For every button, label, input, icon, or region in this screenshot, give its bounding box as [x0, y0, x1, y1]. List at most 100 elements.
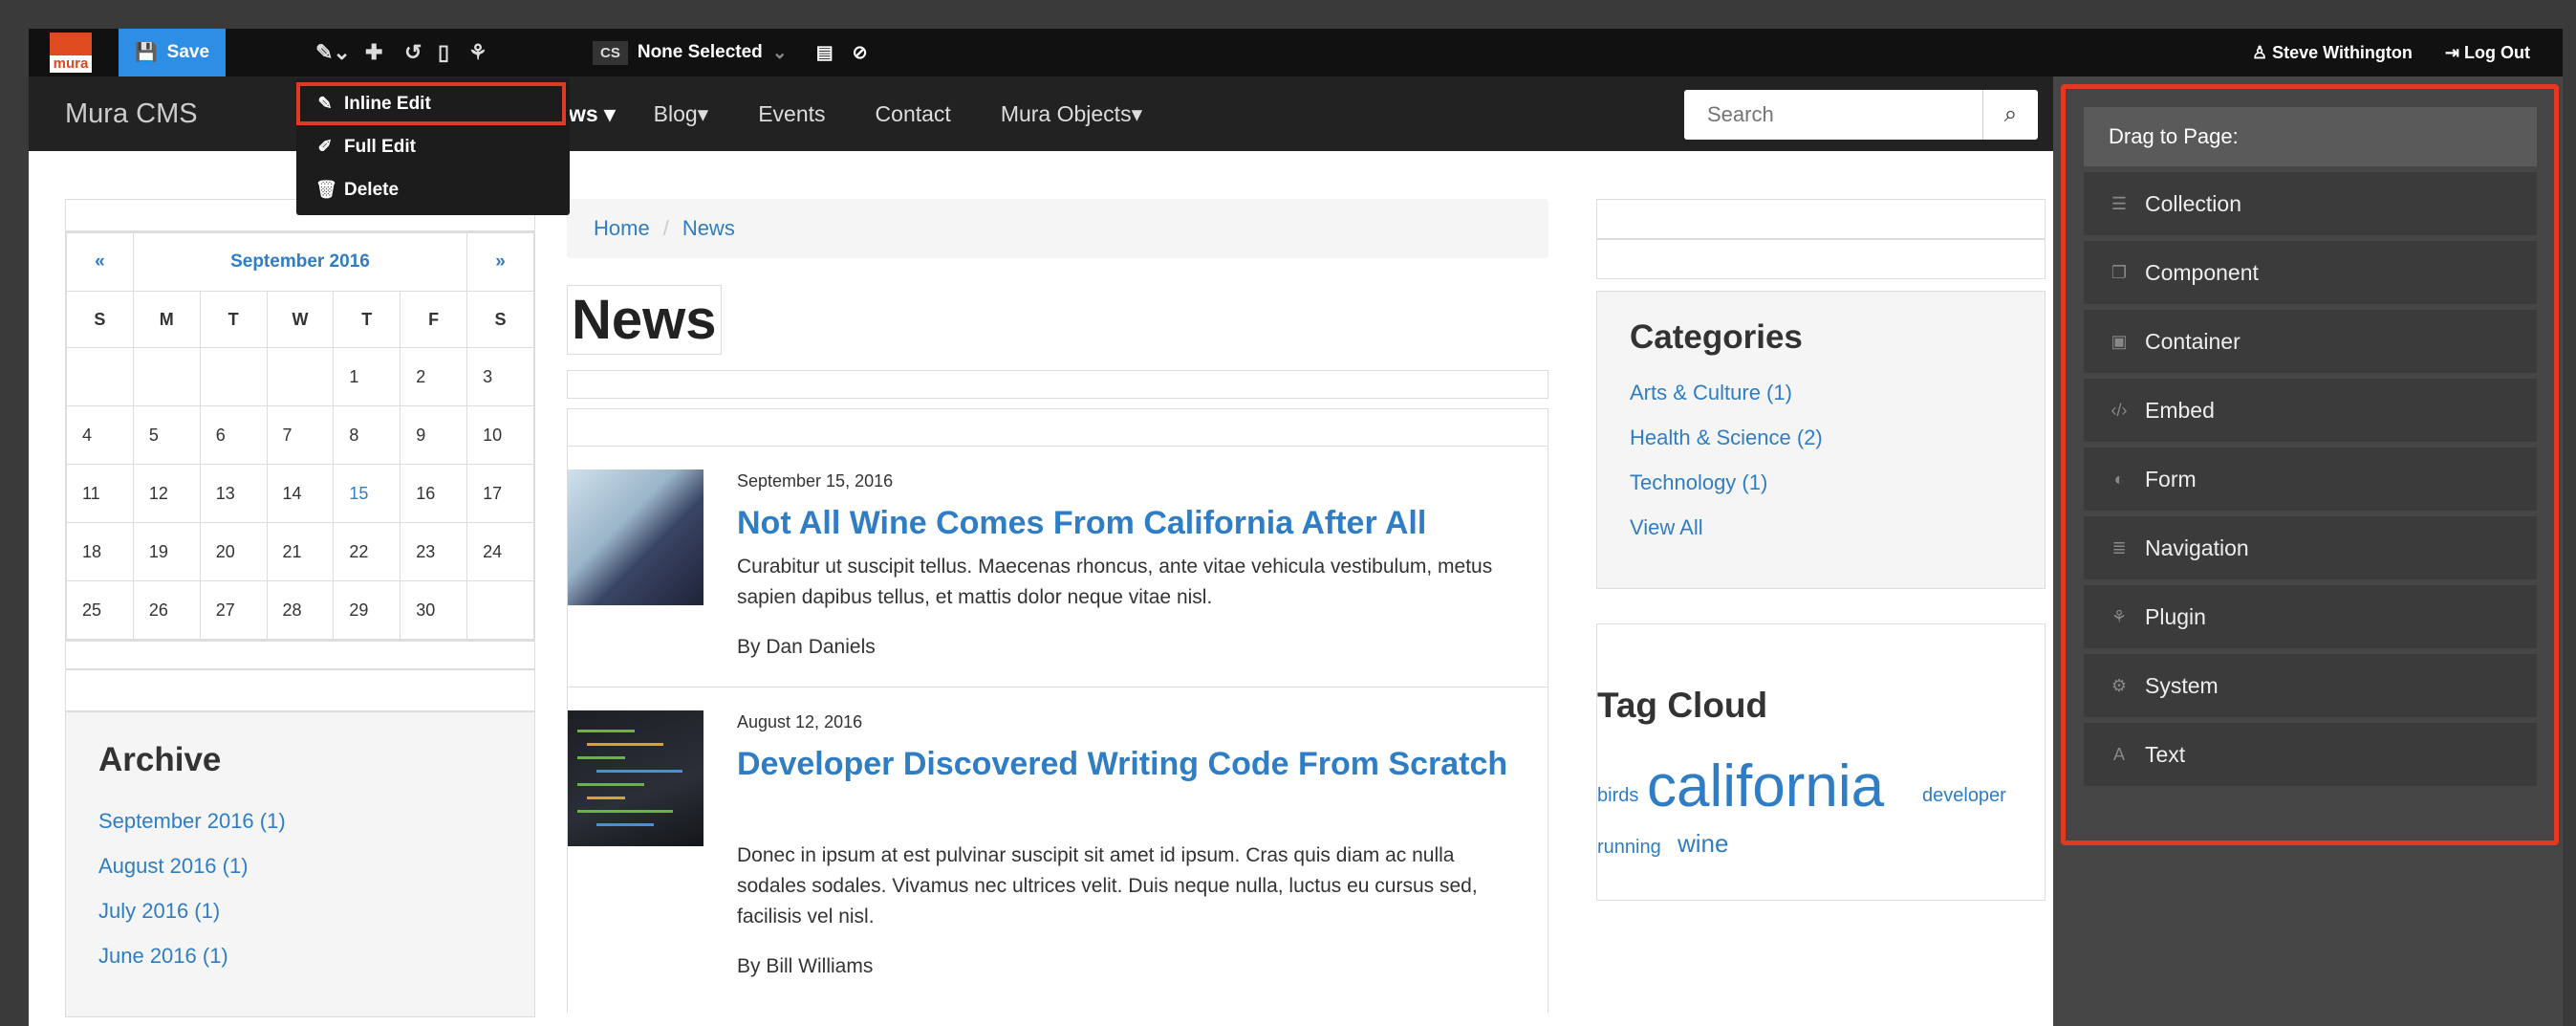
search-input[interactable] [1684, 90, 1982, 140]
calendar-week: 1 2 3 [66, 347, 534, 406]
article-thumbnail[interactable] [568, 710, 704, 846]
archive-link[interactable]: September 2016 (1) [98, 798, 502, 843]
calendar-day: 29 [333, 580, 401, 640]
calendar-day: 12 [132, 464, 201, 523]
calendar-day: 6 [199, 405, 268, 465]
admin-toolbar: mura 💾 Save ✎⌄ ✚ ↺ ▯ ⚘ CS None Selected … [29, 29, 2563, 76]
article-summary: Curabitur ut suscipit tellus. Maecenas r… [737, 556, 1493, 608]
category-link[interactable]: Arts & Culture (1) [1630, 370, 2012, 415]
calendar-day: 28 [266, 580, 335, 640]
empty-region[interactable] [567, 408, 1548, 447]
nav-events[interactable]: Events [758, 101, 825, 127]
news-item: September 15, 2016 Not All Wine Comes Fr… [568, 447, 1548, 688]
tag-link[interactable]: california [1647, 753, 1884, 820]
breadcrumb-home[interactable]: Home [594, 216, 650, 241]
logout-icon: ⇥ [2444, 42, 2465, 62]
calendar-prev-button[interactable]: « [66, 232, 134, 292]
user-menu[interactable]: ♙ Steve Withington [2252, 43, 2413, 63]
article-title[interactable]: Developer Discovered Writing Code From S… [737, 741, 1521, 787]
calendar-day: 10 [466, 405, 534, 465]
news-item: August 12, 2016 Developer Discovered Wri… [568, 688, 1548, 1013]
chevron-down-icon: ⌄ [771, 42, 788, 63]
empty-region[interactable] [65, 641, 535, 669]
content-selector[interactable]: CS None Selected ⌄ ▤ ⊘ [593, 29, 868, 76]
edit-dropdown: ✎ Inline Edit ✐ Full Edit 🗑 Delete [296, 78, 570, 215]
archive-link[interactable]: August 2016 (1) [98, 843, 502, 888]
calendar-day: 30 [400, 580, 468, 640]
tag-link[interactable]: birds [1597, 785, 1638, 807]
browser-viewport: mura 💾 Save ✎⌄ ✚ ↺ ▯ ⚘ CS None Selected … [29, 29, 2563, 1026]
logout-link[interactable]: ⇥ Log Out [2445, 43, 2530, 63]
nav-blog-label: Blog [653, 100, 698, 126]
archive-link[interactable]: June 2016 (1) [98, 933, 502, 978]
calendar-day: 1 [333, 347, 401, 406]
article-date: September 15, 2016 [737, 471, 894, 491]
empty-region[interactable] [65, 669, 535, 711]
save-label: Save [166, 42, 210, 62]
calendar-day-linked[interactable]: 15 [333, 464, 401, 523]
breadcrumb-current[interactable]: News [682, 216, 735, 241]
nav-contact[interactable]: Contact [876, 101, 951, 127]
empty-region[interactable] [567, 370, 1548, 399]
calendar-day: 18 [66, 522, 134, 581]
menu-full-edit[interactable]: ✐ Full Edit [296, 125, 570, 168]
tag-link[interactable]: developer [1922, 785, 2006, 807]
trash-icon: 🗑 [315, 180, 337, 199]
empty-region[interactable] [1596, 239, 2046, 279]
user-name: Steve Withington [2272, 42, 2413, 62]
article-thumbnail[interactable] [568, 469, 704, 605]
article-title[interactable]: Not All Wine Comes From California After… [737, 500, 1521, 546]
menu-inline-edit[interactable]: ✎ Inline Edit [296, 82, 566, 125]
calendar-day [132, 347, 201, 406]
search-button[interactable]: ⌕ [1982, 90, 2038, 140]
menu-delete[interactable]: 🗑 Delete [296, 168, 570, 211]
add-icon[interactable]: ✚ [365, 29, 382, 76]
category-link[interactable]: Technology (1) [1630, 460, 2012, 505]
calendar-week: 25 26 27 28 29 30 [66, 580, 534, 640]
site-brand[interactable]: Mura CMS [65, 76, 198, 151]
calendar-week: 11 12 13 14 15 16 17 [66, 464, 534, 523]
nav-news[interactable]: ws ▾ [569, 101, 616, 127]
calendar-icon[interactable]: ▤ [816, 42, 833, 64]
weekday: F [400, 291, 468, 348]
calendar-day [199, 347, 268, 406]
history-icon[interactable]: ↺ [404, 29, 422, 76]
category-link[interactable]: View All [1630, 505, 2012, 550]
nav-news-label: ws [569, 100, 598, 126]
category-link[interactable]: Health & Science (2) [1630, 415, 2012, 460]
calendar-day: 4 [66, 405, 134, 465]
calendar-day: 3 [466, 347, 534, 406]
weekday: W [266, 291, 335, 348]
calendar-day: 24 [466, 522, 534, 581]
calendar-day: 7 [266, 405, 335, 465]
block-icon[interactable]: ⊘ [853, 42, 868, 64]
save-button[interactable]: 💾 Save [119, 29, 226, 76]
empty-region[interactable] [1596, 199, 2046, 239]
calendar-day: 8 [333, 405, 401, 465]
nav-blog[interactable]: Blog▾ [654, 101, 709, 127]
mura-logo[interactable]: mura [50, 33, 92, 73]
tag-link[interactable]: wine [1678, 829, 1728, 859]
tag-link[interactable]: running [1597, 837, 1661, 859]
caret-icon: ▾ [697, 100, 709, 126]
content-selector-value: None Selected [637, 42, 763, 62]
calendar-day [466, 580, 534, 640]
mobile-preview-icon[interactable]: ▯ [438, 29, 449, 76]
tag-cloud-title: Tag Cloud [1597, 686, 1768, 725]
cs-badge: CS [593, 40, 628, 65]
calendar-day: 25 [66, 580, 134, 640]
nav-mura-objects[interactable]: Mura Objects▾ [1001, 101, 1142, 127]
edit-icon: ✐ [317, 137, 333, 156]
nav-mura-objects-label: Mura Objects [1000, 100, 1132, 126]
weekday: T [333, 291, 401, 348]
calendar-next-button[interactable]: » [466, 232, 534, 292]
user-area: ♙ Steve Withington ⇥ Log Out [2252, 29, 2530, 76]
archive-link[interactable]: July 2016 (1) [98, 888, 502, 933]
main-content: Home / News News September 15, 2016 Not … [567, 199, 1548, 1013]
sitemap-icon[interactable]: ⚘ [468, 29, 487, 76]
pencil-icon: ✎ [317, 94, 333, 113]
highlight-frame [2061, 84, 2559, 845]
edit-pencil-icon[interactable]: ✎⌄ [315, 29, 351, 76]
calendar-month-title: September 2016 [132, 232, 468, 292]
page-title[interactable]: News [567, 285, 722, 355]
